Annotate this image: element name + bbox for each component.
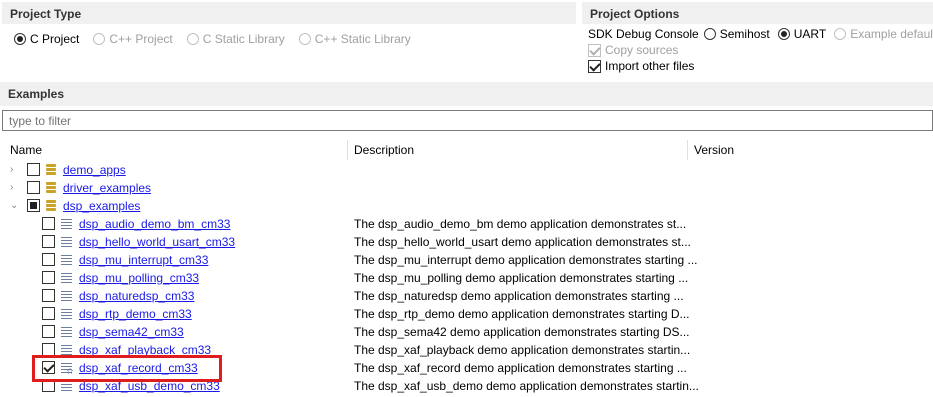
examples-header: Examples [0, 82, 933, 106]
radio-dot[interactable] [834, 28, 847, 40]
group-name[interactable]: driver_examples [63, 181, 151, 195]
tree-group-row[interactable]: › demo_apps [0, 161, 933, 179]
example-file-icon [61, 309, 72, 320]
radio-cpp-project[interactable]: C++ Project [93, 32, 173, 46]
example-description: The dsp_mu_interrupt demo application de… [354, 253, 698, 267]
radio-cpp-static-library[interactable]: C++ Static Library [298, 32, 411, 46]
example-row[interactable]: dsp_mu_polling_cm33 The dsp_mu_polling de… [0, 269, 933, 287]
radio-semihost[interactable]: Semihost [703, 27, 770, 41]
group-icon [46, 182, 56, 194]
project-type-radio-group: C Project C++ Project C Static Library C… [14, 32, 425, 46]
radio-dot[interactable] [186, 33, 199, 45]
example-name[interactable]: dsp_rtp_demo_cm33 [79, 307, 192, 321]
tree-group-row[interactable]: ⌄ dsp_examples [0, 197, 933, 215]
example-description: The dsp_xaf_playback demo application de… [354, 343, 691, 357]
example-name[interactable]: dsp_mu_polling_cm33 [79, 271, 199, 285]
example-name[interactable]: dsp_sema42_cm33 [79, 325, 184, 339]
group-checkbox[interactable] [27, 181, 40, 194]
radio-dot[interactable] [14, 33, 26, 45]
radio-dot[interactable] [703, 28, 716, 40]
example-name[interactable]: dsp_mu_interrupt_cm33 [79, 253, 208, 267]
group-checkbox[interactable] [27, 163, 40, 176]
example-description: The dsp_naturedsp demo application demon… [354, 289, 684, 303]
project-type-header: Project Type [2, 2, 576, 24]
chevron-down-icon[interactable]: ⌄ [10, 201, 20, 211]
group-icon [46, 164, 56, 176]
filter-input[interactable] [2, 110, 933, 131]
column-header-name[interactable]: Name [4, 140, 348, 160]
example-description: The dsp_xaf_record demo application demo… [354, 361, 687, 375]
copy-sources-checkbox[interactable] [588, 43, 601, 57]
sdk-debug-console-row: SDK Debug Console Semihost UART Example … [588, 27, 933, 41]
example-checkbox[interactable] [42, 253, 55, 266]
radio-uart[interactable]: UART [777, 27, 826, 41]
column-header-description[interactable]: Description [348, 140, 688, 160]
import-other-files-checkbox[interactable] [588, 59, 601, 73]
radio-c-static-library[interactable]: C Static Library [186, 32, 285, 46]
example-row[interactable]: dsp_audio_demo_bm_cm33 The dsp_audio_demo… [0, 215, 933, 233]
example-row[interactable]: dsp_hello_world_usart_cm33 The dsp_hello_… [0, 233, 933, 251]
example-file-icon [61, 255, 72, 266]
chevron-right-icon[interactable]: › [10, 165, 20, 175]
example-checkbox[interactable] [42, 271, 55, 284]
radio-example-default[interactable]: Example default [834, 27, 933, 41]
group-checkbox[interactable] [27, 199, 40, 212]
example-checkbox[interactable] [42, 235, 55, 248]
radio-dot[interactable] [298, 33, 311, 45]
highlight-box [32, 355, 222, 382]
radio-dot[interactable] [777, 28, 790, 40]
example-checkbox[interactable] [42, 217, 55, 230]
chevron-right-icon[interactable]: › [10, 183, 20, 193]
example-checkbox[interactable] [42, 289, 55, 302]
example-row[interactable]: dsp_sema42_cm33 The dsp_sema42 demo appli… [0, 323, 933, 341]
example-description: The dsp_rtp_demo demo application demons… [354, 307, 690, 321]
sdk-debug-console-label: SDK Debug Console [588, 27, 699, 41]
example-row[interactable]: dsp_naturedsp_cm33 The dsp_naturedsp demo… [0, 287, 933, 305]
example-description: The dsp_audio_demo_bm demo application d… [354, 217, 687, 231]
group-icon [46, 200, 56, 212]
example-row[interactable]: dsp_rtp_demo_cm33 The dsp_rtp_demo demo a… [0, 305, 933, 323]
group-name[interactable]: dsp_examples [63, 199, 140, 213]
example-name[interactable]: dsp_hello_world_usart_cm33 [79, 235, 235, 249]
example-file-icon [61, 273, 72, 284]
example-file-icon [61, 381, 72, 392]
example-checkbox[interactable] [42, 307, 55, 320]
example-file-icon [61, 291, 72, 302]
tree-group-row[interactable]: › driver_examples [0, 179, 933, 197]
example-file-icon [61, 219, 72, 230]
example-file-icon [61, 327, 72, 338]
example-row[interactable]: dsp_mu_interrupt_cm33 The dsp_mu_interrup… [0, 251, 933, 269]
import-other-files-option[interactable]: Import other files [588, 59, 694, 73]
project-options-header: Project Options [582, 2, 933, 24]
group-name[interactable]: demo_apps [63, 163, 126, 177]
copy-sources-option[interactable]: Copy sources [588, 43, 678, 57]
example-description: The dsp_hello_world_usart demo applicati… [354, 235, 691, 249]
example-checkbox[interactable] [42, 325, 55, 338]
example-description: The dsp_mu_polling demo application demo… [354, 271, 689, 285]
column-header-version[interactable]: Version [688, 140, 933, 160]
example-description: The dsp_xaf_usb_demo demo application de… [354, 379, 699, 393]
example-name[interactable]: dsp_audio_demo_bm_cm33 [79, 217, 230, 231]
example-file-icon [61, 237, 72, 248]
radio-c-project[interactable]: C Project [14, 32, 79, 46]
example-name[interactable]: dsp_naturedsp_cm33 [79, 289, 194, 303]
radio-dot[interactable] [93, 33, 106, 45]
example-description: The dsp_sema42 demo application demonstr… [354, 325, 690, 339]
